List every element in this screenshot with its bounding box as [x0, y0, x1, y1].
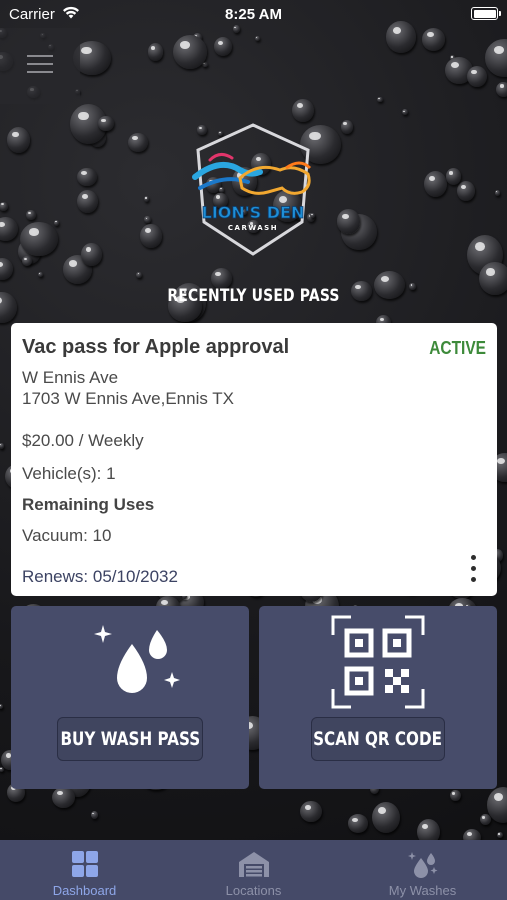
water-drop	[98, 116, 114, 131]
water-drop	[26, 210, 36, 220]
water-drop	[128, 132, 148, 152]
water-drop	[340, 119, 354, 134]
water-drop	[54, 220, 60, 226]
section-title: RECENTLY USED PASS	[167, 286, 340, 306]
logo-wordmark: LION'S DEN	[202, 203, 305, 222]
water-drop	[213, 37, 232, 57]
water-drop	[144, 196, 150, 203]
logo-subtext: CARWASH	[228, 224, 278, 232]
tab-dashboard[interactable]: Dashboard	[0, 840, 169, 900]
water-drop	[479, 262, 507, 296]
water-drop	[147, 43, 164, 62]
water-drop	[52, 787, 75, 809]
lions-den-logo: LION'S DEN CARWASH	[190, 122, 316, 257]
water-drop	[336, 209, 361, 234]
water-drop	[445, 168, 462, 185]
tab-locations[interactable]: Locations	[169, 840, 338, 900]
tab-bar: Dashboard Locations My Washes	[0, 840, 507, 900]
buy-wash-pass-button[interactable]: BUY WASH PASS	[57, 717, 203, 761]
water-drop	[90, 811, 98, 819]
water-drop	[496, 81, 507, 97]
water-drop	[21, 255, 32, 267]
vacuum-uses: Vacuum: 10	[22, 526, 112, 545]
clock: 8:25 AM	[225, 6, 282, 23]
tab-label: Dashboard	[52, 883, 117, 898]
water-drop	[479, 814, 491, 826]
water-drop	[139, 223, 162, 248]
renewal-date: Renews: 05/10/2032	[22, 567, 178, 586]
scan-qr-code-button[interactable]: SCAN QR CODE	[311, 717, 445, 761]
tab-label: Locations	[225, 883, 282, 898]
water-drop	[0, 258, 14, 281]
recent-pass-card[interactable]: Vac pass for Apple approval ACTIVE W Enn…	[11, 323, 497, 596]
water-drop	[20, 221, 58, 257]
water-drop	[422, 28, 445, 51]
tab-label: My Washes	[388, 883, 457, 898]
water-drop	[401, 109, 408, 116]
water-drop	[300, 801, 322, 823]
water-drop	[449, 790, 461, 802]
water-drop	[485, 39, 507, 77]
more-options-icon[interactable]	[471, 555, 477, 583]
hamburger-menu-icon	[27, 55, 53, 57]
water-drop	[172, 35, 207, 69]
water-drop	[144, 216, 151, 223]
buy-wash-pass-tile[interactable]: BUY WASH PASS	[11, 606, 249, 789]
water-drop	[494, 190, 500, 196]
vehicle-count: Vehicle(s): 1	[22, 464, 116, 483]
status-badge: ACTIVE	[429, 338, 486, 358]
water-drop	[254, 35, 261, 42]
remaining-uses-label: Remaining Uses	[22, 495, 155, 514]
water-drop	[292, 98, 314, 122]
water-drop	[81, 243, 102, 267]
qr-code-icon	[331, 615, 425, 709]
water-drop	[37, 271, 43, 277]
water-drop	[466, 65, 487, 88]
water-drop	[0, 291, 17, 324]
garage-icon	[238, 852, 269, 877]
pass-name: Vac pass for Apple approval	[22, 336, 290, 358]
status-bar: Carrier 8:25 AM	[0, 0, 507, 28]
water-drop	[77, 189, 99, 214]
water-drop	[136, 271, 142, 278]
water-drop	[347, 814, 369, 833]
pass-price: $20.00 / Weekly	[22, 431, 144, 450]
water-drops-icon	[407, 852, 437, 878]
battery-icon	[471, 7, 501, 20]
location-name: W Ennis Ave	[22, 368, 119, 387]
tab-my-washes[interactable]: My Washes	[338, 840, 507, 900]
water-drop	[7, 127, 31, 153]
water-drop	[456, 180, 475, 202]
water-drop	[77, 167, 97, 186]
scan-qr-code-tile[interactable]: SCAN QR CODE	[259, 606, 497, 789]
water-drop	[0, 201, 9, 211]
water-drop	[496, 832, 503, 839]
water-drop	[371, 801, 400, 833]
water-drop	[0, 703, 4, 709]
menu-button[interactable]	[0, 28, 80, 104]
water-drop	[0, 217, 18, 242]
location-address: 1703 W Ennis Ave,Ennis TX	[22, 389, 234, 408]
water-drop	[423, 171, 447, 197]
water-drop	[377, 96, 383, 103]
water-drop	[0, 443, 4, 449]
water-drops-icon	[94, 625, 180, 693]
dashboard-grid-icon	[71, 851, 98, 877]
